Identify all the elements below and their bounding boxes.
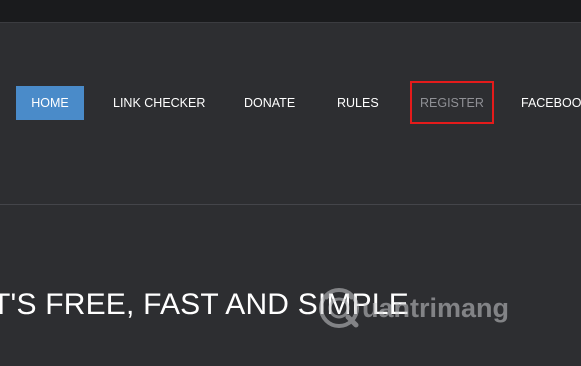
nav-link-checker[interactable]: LINK CHECKER xyxy=(113,86,205,120)
nav-rules[interactable]: RULES xyxy=(337,86,379,120)
main-nav: HOME LINK CHECKER DONATE RULES REGISTER … xyxy=(0,0,581,200)
nav-facebook[interactable]: FACEBOOK xyxy=(521,86,581,120)
watermark-logo-icon xyxy=(319,288,359,328)
watermark-text: uantrimang xyxy=(362,292,510,323)
register-highlight-box xyxy=(410,81,494,124)
header-divider xyxy=(0,204,581,205)
nav-home[interactable]: HOME xyxy=(16,86,84,120)
nav-donate[interactable]: DONATE xyxy=(244,86,295,120)
watermark: uantrimang xyxy=(318,287,509,329)
